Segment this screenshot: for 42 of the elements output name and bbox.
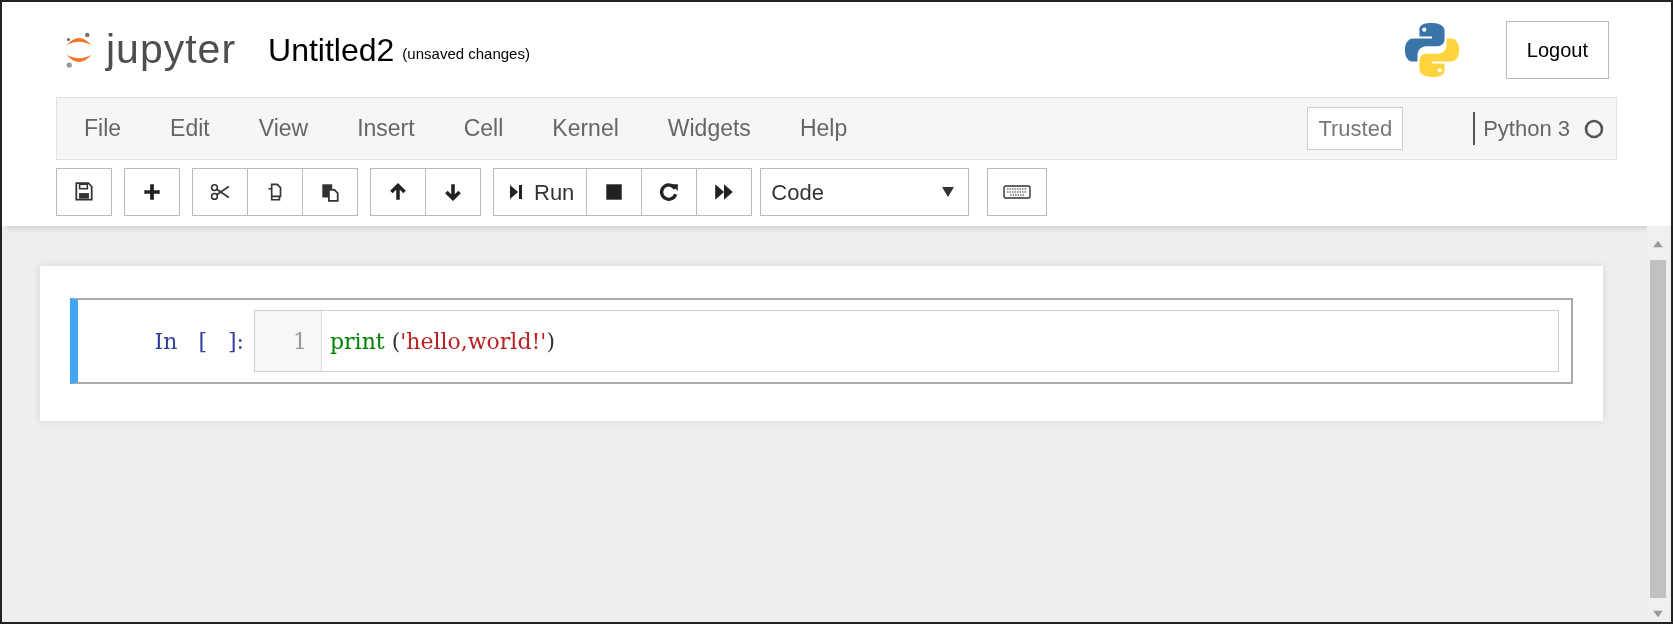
kernel-status-icon <box>1584 118 1604 139</box>
forward-button[interactable] <box>696 168 753 216</box>
code-cell[interactable]: In [ ]: 1 print ('hello,world!') <box>70 298 1573 384</box>
code-input[interactable]: 1 print ('hello,world!') <box>254 310 1559 372</box>
keyboard-icon <box>1003 185 1032 199</box>
input-prompt: In [ ]: <box>153 327 245 356</box>
menu-item[interactable]: File <box>67 111 140 146</box>
paste-button[interactable] <box>302 168 358 216</box>
save-status: (unsaved changes) <box>402 44 530 65</box>
plus-button[interactable] <box>124 168 180 216</box>
save-button[interactable] <box>56 168 112 216</box>
keyboard-button[interactable] <box>987 168 1048 216</box>
down-button[interactable] <box>425 168 481 216</box>
up-button[interactable] <box>370 168 426 216</box>
scrollbar-thumb[interactable] <box>1650 260 1666 598</box>
save-icon <box>73 181 95 203</box>
restart-button[interactable] <box>641 168 698 216</box>
run-button[interactable]: Run <box>493 168 588 216</box>
trusted-indicator[interactable]: Trusted <box>1307 107 1404 150</box>
menu-item[interactable]: Edit <box>153 111 228 146</box>
kernel-name: Python 3 <box>1473 112 1570 145</box>
cut-button[interactable] <box>192 168 248 216</box>
scissors-icon <box>209 181 231 203</box>
notebook-name[interactable]: Untitled2 <box>268 33 395 66</box>
menu-item[interactable]: Help <box>782 111 866 146</box>
menu-item[interactable]: Insert <box>340 111 433 146</box>
up-arrow-icon <box>387 181 409 203</box>
paste-icon <box>319 181 341 203</box>
caret-icon <box>942 186 955 198</box>
down-arrow-icon <box>442 181 464 203</box>
menu-item[interactable]: Widgets <box>650 111 769 146</box>
logout-button[interactable]: Logout <box>1505 20 1609 79</box>
copy-button[interactable] <box>247 168 303 216</box>
plus-icon <box>141 181 163 203</box>
python-logo-icon <box>1402 20 1461 79</box>
logo-text: jupyter <box>106 29 237 70</box>
stop-button[interactable] <box>586 168 643 216</box>
menu-item[interactable]: Cell <box>446 111 522 146</box>
restart-icon <box>658 181 681 203</box>
menu-item[interactable]: Kernel <box>535 111 637 146</box>
menu-item[interactable]: View <box>241 111 327 146</box>
cell-type-dropdown[interactable]: Code <box>760 168 970 216</box>
